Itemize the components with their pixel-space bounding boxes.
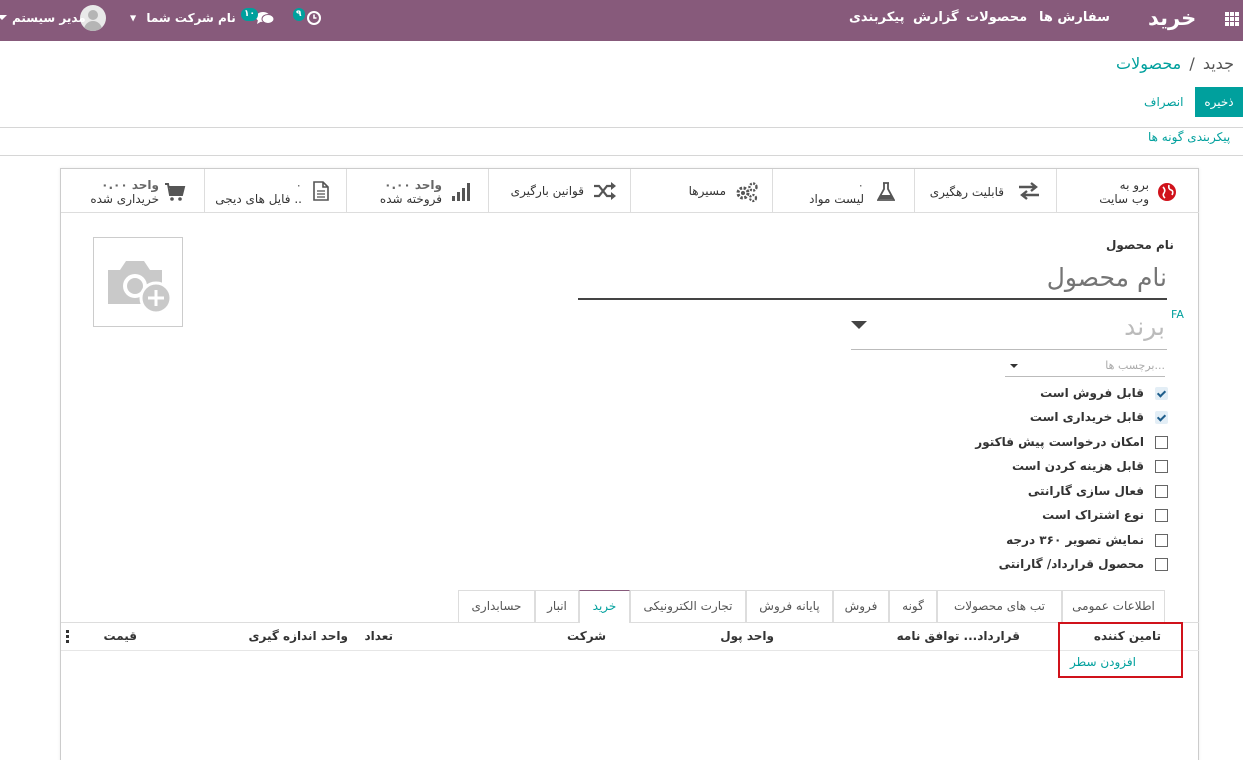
brand-placeholder: برند	[1124, 312, 1165, 341]
company-name: نام شرکت شما	[146, 11, 236, 25]
bar-chart-icon	[452, 183, 470, 201]
putaway-rules-label: قوانین بارگیری	[510, 184, 584, 198]
shopping-cart-icon	[165, 183, 186, 201]
discard-button[interactable]: انصراف	[1144, 95, 1183, 109]
menu-orders[interactable]: سفارش ها	[1039, 0, 1110, 36]
purchase-ok-checkbox[interactable]	[1155, 411, 1168, 424]
app-name: خرید	[1148, 6, 1197, 30]
product-name-label: نام محصول	[1106, 238, 1174, 252]
tab-point-of-sale[interactable]: پایانه فروش	[746, 590, 833, 622]
subscription-label: نوع اشتراک است	[1042, 508, 1144, 522]
tab-accounting[interactable]: حسابداری	[458, 590, 535, 622]
product-name-input[interactable]	[578, 256, 1167, 300]
contract-checkbox[interactable]	[1155, 558, 1168, 571]
col-agreement[interactable]: قرارداد... توافق نامه	[897, 629, 1020, 643]
save-button[interactable]: ذخیره	[1195, 87, 1243, 117]
col-company[interactable]: شرکت	[567, 629, 606, 643]
company-switcher[interactable]: ▼ نام شرکت شما	[130, 0, 236, 36]
bill-of-materials-button[interactable]: ۰ لیست مواد	[772, 169, 914, 213]
tabs-baseline	[61, 622, 1199, 623]
traceability-button[interactable]: قابلیت رهگیری	[914, 169, 1056, 213]
tab-ecommerce[interactable]: تجارت الکترونیکی	[630, 590, 746, 622]
menu-configuration[interactable]: پیکربندی	[849, 0, 904, 36]
tags-placeholder: برچسب ها...	[1105, 359, 1165, 372]
expense-label: قابل هزینه کردن است	[1011, 459, 1144, 473]
divider	[0, 127, 1243, 128]
brand-select[interactable]: برند	[851, 306, 1167, 350]
menu-products[interactable]: محصولات	[966, 0, 1027, 36]
configure-variants-link[interactable]: پیکربندی گونه ها	[1148, 130, 1230, 144]
smart-buttons-row: برو به وب سایت قابلیت رهگیری ۰ لیست مواد م…	[61, 169, 1199, 214]
traceability-label: قابلیت رهگیری	[929, 185, 1004, 199]
user-caret-icon	[0, 15, 7, 20]
clock-icon	[307, 11, 321, 25]
tab-product-tabs[interactable]: تب های محصولات	[937, 590, 1062, 622]
image-360-label: نمایش تصویر ۳۶۰ درجه	[1006, 533, 1144, 547]
table-header-divider	[61, 650, 1199, 651]
breadcrumb-separator: /	[1189, 54, 1195, 73]
go-to-website-label: برو به وب سایت	[1099, 178, 1149, 206]
image-360-checkbox[interactable]	[1155, 534, 1168, 547]
random-icon	[594, 182, 616, 200]
tab-general-info[interactable]: اطلاعات عمومی	[1062, 590, 1165, 622]
tab-sales[interactable]: فروش	[833, 590, 889, 622]
apps-menu-icon[interactable]	[1225, 12, 1239, 26]
putaway-rules-button[interactable]: قوانین بارگیری	[488, 169, 630, 213]
globe-icon	[1158, 183, 1176, 201]
warranty-checkbox[interactable]	[1155, 485, 1168, 498]
highlight-box	[1058, 622, 1183, 678]
col-quantity[interactable]: تعداد	[365, 629, 393, 643]
col-currency[interactable]: واحد پول	[720, 629, 774, 643]
tags-dropdown-icon	[1010, 364, 1018, 368]
sold-label: ۰.۰۰ واحد فروخته شده	[379, 178, 442, 206]
digital-files-button[interactable]: ۰ فایل های دیجی ..	[204, 169, 346, 213]
top-navbar: خرید سفارش ها محصولات گزارش پیکربندی ۹ ۱…	[0, 0, 1243, 41]
tab-inventory[interactable]: انبار	[535, 590, 579, 622]
routes-label: مسیرها	[688, 184, 726, 198]
language-toggle[interactable]: FA	[1171, 308, 1184, 321]
bill-of-materials-label: ۰ لیست مواد	[809, 178, 864, 206]
purchased-button[interactable]: ۰.۰۰ واحد خریداری شده	[61, 169, 204, 213]
sale-ok-checkbox[interactable]	[1155, 387, 1168, 400]
tags-select[interactable]: برچسب ها...	[1005, 355, 1165, 377]
file-icon	[313, 181, 329, 201]
sold-button[interactable]: ۰.۰۰ واحد فروخته شده	[346, 169, 488, 213]
column-options-icon[interactable]	[66, 630, 69, 643]
quotation-label: امکان درخواست پیش فاکتور	[975, 435, 1144, 449]
exchange-icon	[1019, 182, 1039, 200]
flask-icon	[877, 182, 895, 201]
product-image-upload[interactable]	[93, 237, 183, 327]
tab-variants[interactable]: گونه	[889, 590, 937, 622]
messages-badge: ۱۰	[241, 8, 258, 21]
divider	[0, 155, 1243, 156]
breadcrumb-parent[interactable]: محصولات	[1116, 54, 1181, 73]
comments-icon	[256, 12, 275, 24]
menu-reporting[interactable]: گزارش	[913, 0, 959, 36]
col-uom[interactable]: واحد اندازه گیری	[248, 629, 348, 643]
expense-checkbox[interactable]	[1155, 460, 1168, 473]
quotation-checkbox[interactable]	[1155, 436, 1168, 449]
cogs-icon	[736, 182, 758, 203]
breadcrumb-current: جدید	[1202, 54, 1234, 73]
warranty-label: فعال سازی گارانتی	[1027, 484, 1144, 498]
caret-down-icon: ▼	[130, 13, 137, 23]
go-to-website-button[interactable]: برو به وب سایت	[1056, 169, 1199, 213]
breadcrumb: جدید / محصولات	[1116, 54, 1234, 73]
purchase-ok-label: قابل خریداری است	[1029, 410, 1144, 424]
col-price[interactable]: قیمت	[103, 629, 137, 643]
sale-ok-label: قابل فروش است	[1040, 386, 1144, 400]
digital-files-label: ۰ فایل های دیجی ..	[215, 178, 302, 206]
routes-button[interactable]: مسیرها	[630, 169, 772, 213]
contract-label: محصول قرارداد/ گارانتی	[998, 557, 1144, 571]
camera-add-icon	[108, 261, 173, 314]
brand-dropdown-icon	[851, 321, 867, 329]
user-name[interactable]: مدیر سیستم	[12, 0, 86, 36]
tab-purchase[interactable]: خرید	[579, 590, 630, 623]
purchased-label: ۰.۰۰ واحد خریداری شده	[90, 178, 159, 206]
activity-badge: ۹	[293, 8, 305, 21]
subscription-checkbox[interactable]	[1155, 509, 1168, 522]
